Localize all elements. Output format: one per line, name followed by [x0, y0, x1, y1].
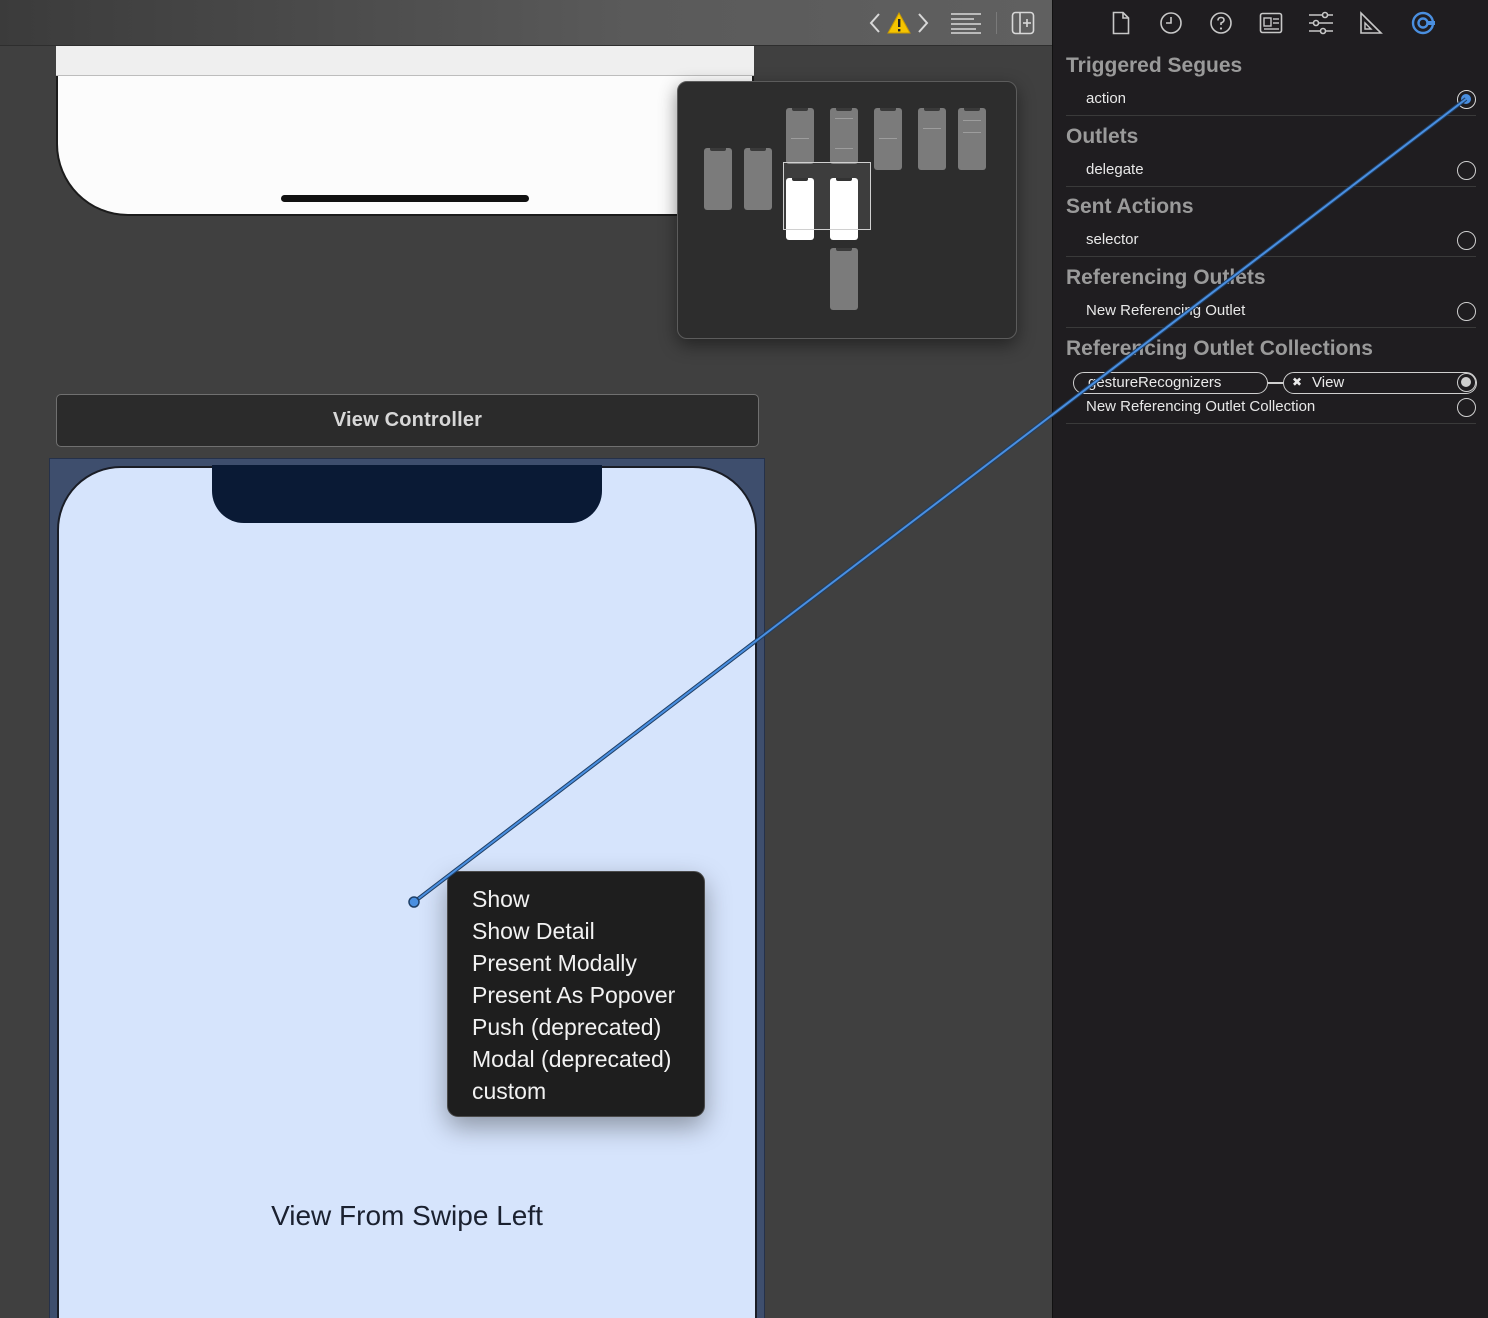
menu-item-push[interactable]: Push (deprecated) [448, 1011, 704, 1043]
row-label: New Referencing Outlet Collection [1086, 398, 1316, 415]
outline-icon[interactable] [948, 8, 984, 38]
file-icon[interactable] [1105, 8, 1137, 38]
segue-type-menu[interactable]: Show Show Detail Present Modally Present… [447, 871, 705, 1117]
scene-title-bar[interactable]: View Controller [56, 394, 759, 447]
row-label: action [1086, 90, 1127, 107]
size-icon[interactable] [1355, 8, 1387, 38]
row-label: delegate [1086, 161, 1144, 178]
minimap-scene[interactable] [704, 148, 732, 210]
connection-circle-action[interactable] [1457, 90, 1476, 109]
connection-target-pill[interactable]: ✖ View [1283, 372, 1477, 394]
connection-circle-new-referencing-outlet[interactable] [1457, 302, 1476, 321]
row-label: New Referencing Outlet [1086, 302, 1246, 319]
minimap-scene[interactable] [786, 108, 814, 164]
connections-inspector: Triggered Segues action Outlets delegate… [1052, 0, 1488, 1318]
minimap-scene[interactable] [918, 108, 946, 170]
minimap-scene[interactable] [958, 108, 986, 170]
minimap-scene[interactable] [830, 248, 858, 310]
section-referencing-outlets: Referencing Outlets [1066, 266, 1266, 289]
connection-circle-new-collection[interactable] [1457, 398, 1476, 417]
pill-connector [1268, 382, 1283, 384]
menu-item-custom[interactable]: custom [448, 1075, 704, 1107]
storyboard-canvas[interactable]: View Controller View From Swipe Left Sho… [0, 0, 1052, 1318]
inspector-tab-bar [1053, 0, 1488, 46]
row-action[interactable]: action [1066, 86, 1476, 116]
previous-scene-preview[interactable] [56, 46, 754, 216]
minimap-viewport[interactable] [783, 162, 871, 230]
menu-item-present-as-popover[interactable]: Present As Popover [448, 979, 704, 1011]
help-icon[interactable] [1205, 8, 1237, 38]
menu-item-show[interactable]: Show [448, 883, 704, 915]
row-selector[interactable]: selector [1066, 227, 1476, 257]
connection-circle-selector[interactable] [1457, 231, 1476, 250]
outlet-name: gestureRecognizers [1088, 374, 1222, 391]
row-new-referencing-outlet-collection[interactable]: New Referencing Outlet Collection [1066, 394, 1476, 424]
connection-circle-delegate[interactable] [1457, 161, 1476, 180]
previous-scene-bar [56, 46, 754, 76]
add-editor-icon[interactable] [1008, 8, 1038, 38]
minimap-scene[interactable] [744, 148, 772, 210]
connections-icon[interactable] [1407, 8, 1439, 38]
attributes-icon[interactable] [1305, 8, 1337, 38]
row-label: selector [1086, 231, 1139, 248]
minimap-scene[interactable] [874, 108, 902, 170]
section-outlets: Outlets [1066, 125, 1139, 148]
section-referencing-outlet-collections: Referencing Outlet Collections [1066, 337, 1373, 360]
remove-connection-icon[interactable]: ✖ [1292, 373, 1302, 392]
chevron-right-icon[interactable] [908, 8, 938, 38]
history-icon[interactable] [1155, 8, 1187, 38]
home-indicator [281, 195, 529, 202]
minimap-scene[interactable] [830, 108, 858, 164]
menu-item-show-detail[interactable]: Show Detail [448, 915, 704, 947]
device-notch [212, 465, 602, 523]
scene-title: View Controller [332, 409, 483, 431]
section-sent-actions: Sent Actions [1066, 195, 1194, 218]
view-label[interactable]: View From Swipe Left [200, 1200, 614, 1232]
connection-circle-gesture-recognizers[interactable] [1457, 373, 1476, 392]
section-triggered-segues: Triggered Segues [1066, 54, 1243, 77]
row-delegate[interactable]: delegate [1066, 157, 1476, 187]
menu-item-modal[interactable]: Modal (deprecated) [448, 1043, 704, 1075]
outlet-name-pill[interactable]: gestureRecognizers [1073, 372, 1268, 394]
identity-icon[interactable] [1255, 8, 1287, 38]
connection-target: View [1312, 374, 1345, 391]
minimap[interactable] [677, 81, 1017, 339]
menu-item-present-modally[interactable]: Present Modally [448, 947, 704, 979]
row-new-referencing-outlet[interactable]: New Referencing Outlet [1066, 298, 1476, 328]
toolbar-divider [996, 12, 997, 34]
editor-toolbar [0, 0, 1052, 46]
